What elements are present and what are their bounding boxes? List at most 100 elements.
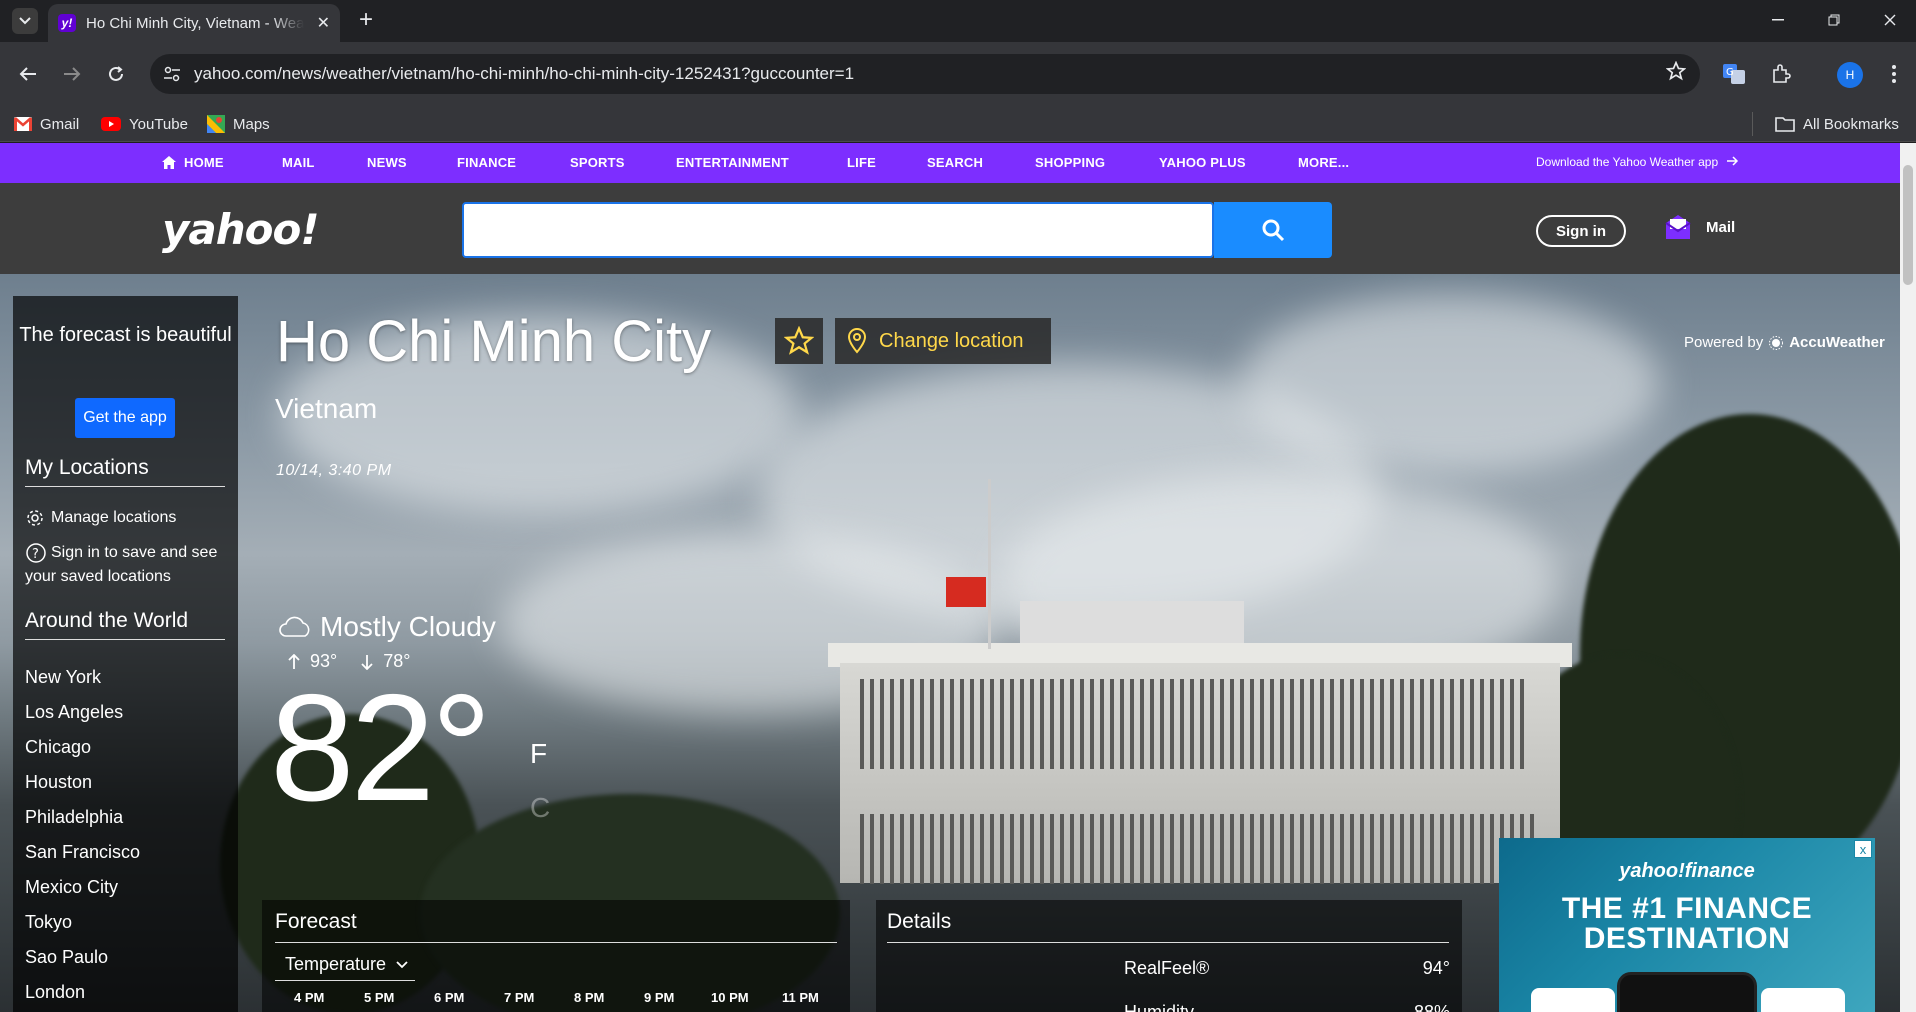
- city-link[interactable]: Philadelphia: [25, 807, 123, 828]
- back-button[interactable]: [10, 56, 46, 92]
- bookmark-youtube[interactable]: YouTube: [101, 112, 188, 136]
- all-bookmarks-label: All Bookmarks: [1803, 115, 1899, 133]
- unit-fahrenheit-toggle[interactable]: F: [530, 738, 547, 770]
- ad-brand: yahoo!finance: [1619, 860, 1755, 882]
- page-scrollbar[interactable]: [1900, 143, 1916, 1012]
- ad-close-button[interactable]: x: [1854, 840, 1872, 858]
- nav-mail[interactable]: MAIL: [282, 155, 315, 170]
- address-bar[interactable]: yahoo.com/news/weather/vietnam/ho-chi-mi…: [150, 54, 1700, 94]
- forecast-hour: 10 PM: [711, 990, 749, 1005]
- nav-search[interactable]: SEARCH: [927, 155, 983, 170]
- close-window-button[interactable]: [1862, 0, 1916, 40]
- change-location-label: Change location: [879, 329, 1024, 352]
- city-title: Ho Chi Minh City: [276, 309, 712, 374]
- city-link[interactable]: Tokyo: [25, 912, 72, 933]
- nav-news[interactable]: NEWS: [367, 155, 407, 170]
- nav-shopping[interactable]: SHOPPING: [1035, 155, 1105, 170]
- favorite-location-button[interactable]: [775, 318, 823, 364]
- app-promo-text: The forecast is beautiful: [19, 324, 232, 346]
- city-link[interactable]: San Francisco: [25, 842, 140, 863]
- nav-finance[interactable]: FINANCE: [457, 155, 516, 170]
- yahoo-finance-ad[interactable]: yahoo!finance THE #1 FINANCE DESTINATION: [1499, 838, 1875, 1012]
- profile-avatar[interactable]: H: [1837, 62, 1863, 88]
- new-tab-button[interactable]: +: [352, 6, 380, 34]
- restore-icon: [1828, 14, 1840, 26]
- nav-sports[interactable]: SPORTS: [570, 155, 625, 170]
- all-bookmarks[interactable]: All Bookmarks: [1752, 112, 1899, 136]
- browser-menu-icon[interactable]: [1880, 60, 1908, 88]
- folder-icon: [1775, 116, 1795, 132]
- scrollbar-thumb[interactable]: [1903, 165, 1913, 285]
- forecast-metric-select[interactable]: Temperature: [285, 954, 408, 975]
- browser-tabstrip: y! Ho Chi Minh City, Vietnam - Weather ✕…: [0, 0, 1916, 42]
- manage-locations-link[interactable]: Manage locations: [25, 506, 230, 530]
- ad-card-image: [1531, 988, 1615, 1012]
- city-link[interactable]: Houston: [25, 772, 92, 793]
- site-info-icon[interactable]: [150, 66, 194, 82]
- forward-button[interactable]: [54, 56, 90, 92]
- left-sidebar: The forecast is beautiful Get the app My…: [13, 296, 238, 1012]
- ad-card-image: [1761, 988, 1845, 1012]
- forecast-hour: 9 PM: [644, 990, 675, 1005]
- bookmark-maps[interactable]: Maps: [207, 112, 270, 136]
- tab-search-button[interactable]: [12, 8, 38, 34]
- my-locations-heading: My Locations: [25, 456, 225, 487]
- nav-life[interactable]: LIFE: [847, 155, 876, 170]
- tab-close-icon[interactable]: ✕: [317, 13, 330, 33]
- nav-entertainment[interactable]: ENTERTAINMENT: [676, 155, 789, 170]
- sign-in-note[interactable]: ? Sign in to save and see your saved loca…: [25, 541, 230, 589]
- unit-celsius-toggle[interactable]: C: [530, 792, 550, 824]
- bookmark-gmail[interactable]: Gmail: [14, 112, 79, 136]
- star-icon: [784, 326, 814, 355]
- browser-tab-active[interactable]: y! Ho Chi Minh City, Vietnam - Weather ✕: [48, 4, 340, 42]
- bookmark-star-icon[interactable]: [1665, 60, 1687, 87]
- page-viewport: HOME MAIL NEWS FINANCE SPORTS ENTERTAINM…: [0, 143, 1916, 1012]
- detail-humidity-value: 88%: [1413, 1002, 1450, 1012]
- flagpole: [988, 479, 991, 649]
- detail-realfeel-label: RealFeel®: [1124, 958, 1210, 978]
- chevron-down-icon: [19, 17, 31, 25]
- city-link[interactable]: Mexico City: [25, 877, 118, 898]
- minimize-button[interactable]: [1750, 0, 1806, 40]
- youtube-icon: [101, 117, 121, 131]
- mail-link[interactable]: Mail: [1664, 213, 1735, 241]
- details-heading: Details: [887, 910, 1449, 943]
- sign-in-note-label: Sign in to save and see your saved locat…: [25, 544, 218, 585]
- reload-button[interactable]: [98, 56, 134, 92]
- translate-extension-icon[interactable]: G: [1720, 60, 1748, 88]
- forecast-hour: 4 PM: [294, 990, 325, 1005]
- download-app-link[interactable]: Download the Yahoo Weather app: [1536, 155, 1739, 169]
- nav-home-label: HOME: [184, 155, 224, 170]
- bookmark-label: Maps: [233, 115, 270, 133]
- arrow-left-icon: [19, 67, 36, 81]
- change-location-button[interactable]: Change location: [835, 318, 1051, 364]
- restore-button[interactable]: [1806, 0, 1862, 40]
- city-link[interactable]: Sao Paulo: [25, 947, 108, 968]
- nav-more[interactable]: MORE...: [1298, 155, 1349, 170]
- sign-in-button[interactable]: Sign in: [1536, 215, 1626, 247]
- get-app-button[interactable]: Get the app: [75, 398, 175, 438]
- city-link[interactable]: Chicago: [25, 737, 91, 758]
- city-link[interactable]: New York: [25, 667, 101, 688]
- cloud-icon: [278, 616, 312, 638]
- nav-yahoo-plus[interactable]: YAHOO PLUS: [1159, 155, 1246, 170]
- city-link[interactable]: London: [25, 982, 85, 1003]
- search-input[interactable]: [462, 202, 1214, 258]
- yahoo-logo[interactable]: yahoo!: [162, 205, 319, 254]
- minimize-icon: [1772, 19, 1784, 21]
- extensions-icon[interactable]: [1767, 60, 1795, 88]
- search-button[interactable]: [1214, 202, 1332, 258]
- detail-humidity-label: Humidity: [1124, 1002, 1195, 1012]
- nav-home[interactable]: HOME: [162, 155, 224, 170]
- help-icon: ?: [26, 543, 46, 563]
- forecast-hour: 8 PM: [574, 990, 605, 1005]
- mail-label: Mail: [1706, 218, 1736, 236]
- palace-columns: [860, 679, 1524, 769]
- palace-roof: [1020, 601, 1244, 645]
- cloud-shape: [1240, 294, 1660, 474]
- yahoo-header: yahoo! Sign in Mail: [0, 183, 1900, 274]
- provider-name: AccuWeather: [1789, 334, 1885, 351]
- browser-toolbar: yahoo.com/news/weather/vietnam/ho-chi-mi…: [0, 42, 1916, 106]
- city-link[interactable]: Los Angeles: [25, 702, 123, 723]
- yahoo-top-nav: HOME MAIL NEWS FINANCE SPORTS ENTERTAINM…: [0, 143, 1900, 183]
